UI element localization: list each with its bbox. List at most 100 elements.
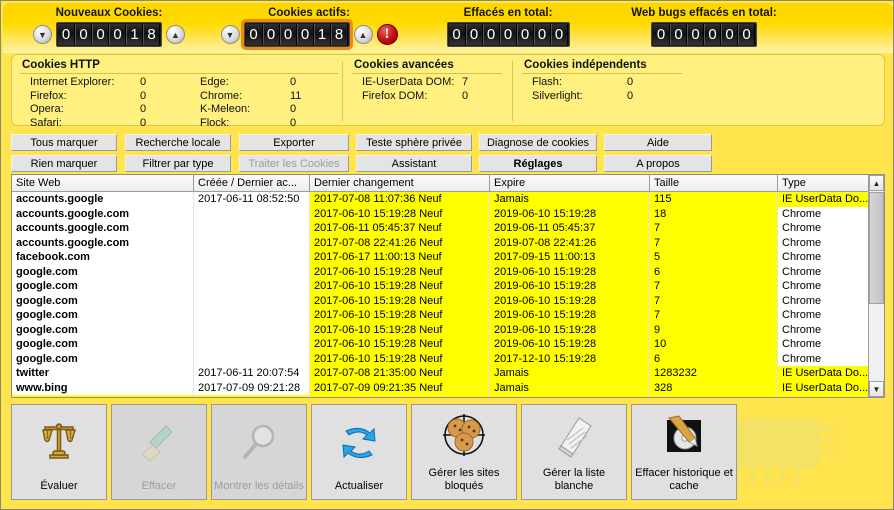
- button-exporter[interactable]: Exporter: [239, 134, 349, 151]
- cell-changed: 2017-06-10 15:19:28 Neuf: [310, 322, 490, 337]
- button-a-propos[interactable]: A propos: [604, 155, 712, 172]
- stat-value: 0: [290, 103, 297, 115]
- toolbar-button-g-rer-la-liste-blanche[interactable]: Gérer la liste blanche: [521, 404, 627, 500]
- cell-created: [194, 293, 310, 308]
- toolbar-button-effacer-historique-et-cache[interactable]: Effacer historique et cache: [631, 404, 737, 500]
- stat-value: 0: [140, 76, 147, 88]
- cell-size: 1283232: [650, 366, 778, 381]
- button-teste-sph-re-priv-e[interactable]: Teste sphère privée: [356, 134, 472, 151]
- table-row[interactable]: google.com 2017-06-10 15:19:28 Neuf 2019-0…: [12, 264, 884, 279]
- toolbar-button-label: Effacer historique et cache: [635, 467, 733, 492]
- button-tous-marquer[interactable]: Tous marquer: [11, 134, 117, 151]
- scroll-up-arrow-icon[interactable]: ▲: [869, 175, 884, 191]
- toolbar-button-valuer[interactable]: Évaluer: [11, 404, 107, 500]
- scrollbar-thumb[interactable]: [869, 192, 884, 304]
- toolbar-button-actualiser[interactable]: Actualiser: [311, 404, 407, 500]
- column-header[interactable]: Expire: [490, 175, 650, 192]
- panel-stat-row: Firefox DOM: 0: [362, 90, 502, 104]
- cell-changed: 2017-07-08 20:17:18 Neuf: [310, 395, 490, 397]
- button-recherche-locale[interactable]: Recherche locale: [125, 134, 231, 151]
- button-filtrer-par-type[interactable]: Filtrer par type: [125, 155, 231, 172]
- column-header[interactable]: Taille: [650, 175, 778, 192]
- warning-icon[interactable]: !: [376, 24, 398, 45]
- odometer-digit: 0: [550, 24, 568, 45]
- stat-label: Flock:: [200, 116, 230, 129]
- stat-value: 11: [290, 89, 302, 102]
- notepad-icon: [558, 417, 592, 458]
- magnifier-icon: [243, 424, 275, 459]
- toolbar-icon-wrap: [441, 405, 487, 467]
- cell-size: 328: [650, 380, 778, 395]
- cell-size: 115: [650, 192, 778, 207]
- table-row[interactable]: google.com 2017-06-10 15:19:28 Neuf 2019-0…: [12, 308, 884, 323]
- counter-increment-icon[interactable]: ▲: [353, 25, 373, 44]
- toolbar-button-effacer: Effacer: [111, 404, 207, 500]
- cell-created: [194, 351, 310, 366]
- cell-type: Chrome: [778, 221, 870, 236]
- stat-value: 0: [627, 76, 634, 88]
- table-row[interactable]: accounts.google.com 2017-07-08 22:41:26 N…: [12, 235, 884, 250]
- panel-title: Cookies indépendents: [522, 59, 682, 74]
- stat-value: 0: [290, 116, 297, 129]
- toolbar-button-label: Gérer les sites bloqués: [428, 467, 500, 492]
- cell-changed: 2017-06-10 15:19:28 Neuf: [310, 279, 490, 294]
- button-rien-marquer[interactable]: Rien marquer: [11, 155, 117, 172]
- odometer-digit: 0: [482, 24, 500, 45]
- table-row[interactable]: accounts.google.com 2017-06-11 05:45:37 N…: [12, 221, 884, 236]
- button-aide[interactable]: Aide: [604, 134, 712, 151]
- button-r-glages[interactable]: Réglages: [479, 155, 597, 172]
- counters-band: Nouveaux Cookies: ▼ 0 0 0 0 1 8 ▲ Cookies actifs:…: [3, 3, 893, 53]
- odometer-digit: 8: [330, 24, 348, 45]
- button-diagnose-de-cookies[interactable]: Diagnose de cookies: [479, 134, 597, 151]
- table-row[interactable]: google.com 2017-06-10 15:19:28 Neuf 2019-0…: [12, 322, 884, 337]
- scroll-down-arrow-icon[interactable]: ▼: [869, 381, 884, 397]
- counter-decrement-icon[interactable]: ▼: [220, 25, 240, 44]
- counter-decrement-icon[interactable]: ▼: [33, 25, 52, 44]
- toolbar-button-label: Actualiser: [334, 480, 384, 492]
- button-traiter-les-cookies: Traiter les Cookies: [239, 155, 349, 172]
- toolbar-button-g-rer-les-sites-bloqu-s[interactable]: Gérer les sites bloqués: [411, 404, 517, 500]
- table-row[interactable]: facebook.com 2017-06-17 11:00:13 Neuf 2017…: [12, 250, 884, 265]
- table-row[interactable]: google.com 2017-06-10 15:19:28 Neuf 2019-0…: [12, 293, 884, 308]
- odometer-digit: 0: [653, 24, 670, 45]
- table-row[interactable]: accounts.google.com 2017-06-10 15:19:28 N…: [12, 206, 884, 221]
- odometer-digit: 0: [738, 24, 755, 45]
- table-row[interactable]: twitter 2017-06-11 20:07:54 2017-07-08 21:…: [12, 366, 884, 381]
- cell-type: Chrome: [778, 279, 870, 294]
- cell-size: 10: [650, 337, 778, 352]
- stat-value: 0: [290, 76, 297, 88]
- button-assistant[interactable]: Assistant: [356, 155, 472, 172]
- table-row[interactable]: accounts.google 2017-06-11 08:52:50 2017-0…: [12, 192, 884, 207]
- counter-increment-icon[interactable]: ▲: [166, 25, 185, 44]
- stat-label: IE-UserData DOM:: [362, 76, 455, 88]
- cell-created: 2017-06-11 08:52:50: [194, 192, 310, 207]
- cell-changed: 2017-06-10 15:19:28 Neuf: [310, 264, 490, 279]
- table-row[interactable]: www.bing 2017-07-09 09:21:28 2017-07-09 09…: [12, 380, 884, 395]
- cell-changed: 2017-06-10 15:19:28 Neuf: [310, 308, 490, 323]
- cell-changed: 2017-06-17 11:00:13 Neuf: [310, 250, 490, 265]
- table-row[interactable]: www.google2017-06-11 13:06:552017-07-08 …: [12, 395, 884, 397]
- cell-changed: 2017-06-11 05:45:37 Neuf: [310, 221, 490, 236]
- stat-label: Edge:: [200, 76, 229, 88]
- panel-stat-row: Internet Explorer: 0 Edge: 0: [30, 76, 338, 90]
- cell-expire: 2017-12-10 15:19:28: [490, 351, 650, 366]
- cell-expire: Jamais: [490, 366, 650, 381]
- refresh-icon: [342, 427, 376, 458]
- column-header[interactable]: Site Web: [12, 175, 194, 192]
- column-header[interactable]: Créée / Dernier ac...: [194, 175, 310, 192]
- cell-expire: Jamais: [490, 380, 650, 395]
- cookie-summary-panels: Cookies HTTP Internet Explorer: 0 Edge: 0 Fir…: [11, 54, 885, 129]
- table-body[interactable]: accounts.google 2017-06-11 08:52:50 2017-0…: [12, 192, 884, 397]
- table-row[interactable]: google.com 2017-06-10 15:19:28 Neuf 2019-0…: [12, 337, 884, 352]
- table-row[interactable]: google.com 2017-06-10 15:19:28 Neuf 2017-1…: [12, 351, 884, 366]
- cell-site: www.google: [12, 395, 194, 397]
- odometer-digit: 0: [75, 24, 92, 45]
- counter-odometer: 000000: [651, 22, 757, 47]
- odometer-digit: 0: [465, 24, 483, 45]
- column-header[interactable]: Dernier changement: [310, 175, 490, 192]
- cookie-table[interactable]: Site Web Créée / Dernier ac... Dernier cha…: [11, 174, 885, 398]
- column-header[interactable]: Type: [778, 175, 870, 192]
- table-row[interactable]: google.com 2017-06-10 15:19:28 Neuf 2019-0…: [12, 279, 884, 294]
- cell-site: google.com: [12, 322, 194, 337]
- vertical-scrollbar[interactable]: ▲ ▼: [868, 175, 884, 397]
